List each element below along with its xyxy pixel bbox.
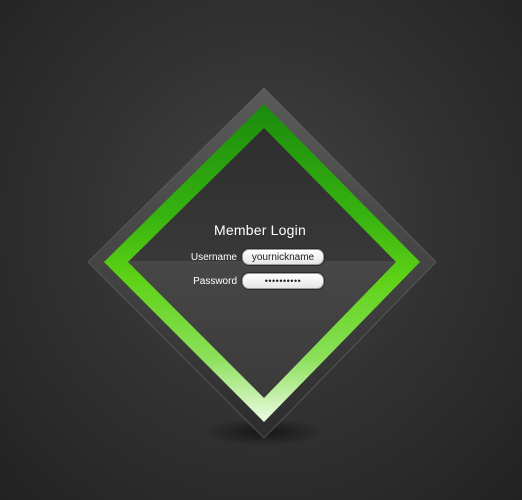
username-label: Username bbox=[190, 251, 237, 263]
login-scene: Member Login Username Password bbox=[0, 0, 522, 500]
password-label: Password bbox=[193, 275, 237, 287]
password-row: Password bbox=[170, 273, 324, 289]
login-title: Member Login bbox=[214, 222, 306, 238]
username-row: Username bbox=[170, 249, 324, 265]
password-input[interactable] bbox=[242, 273, 324, 289]
username-input[interactable] bbox=[242, 249, 324, 265]
